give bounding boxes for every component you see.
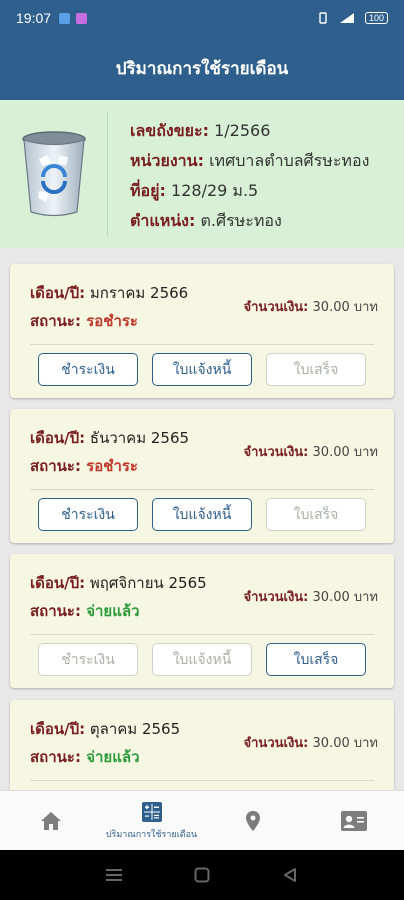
status-indicators: 100: [317, 12, 388, 24]
bill-month: เดือน/ปี: มกราคม 2566: [30, 284, 189, 302]
bin-info-card: เลขถังขยะ: 1/2566 หน่วยงาน: เทศบาลตำบลศี…: [0, 100, 404, 248]
nav-contact[interactable]: [303, 791, 404, 850]
bin-info-details: เลขถังขยะ: 1/2566 หน่วยงาน: เทศบาลตำบลศี…: [108, 100, 369, 248]
invoice-button[interactable]: ใบแจ้งหนี้: [152, 353, 252, 386]
bill-status: สถานะ: รอชำระ: [30, 312, 138, 330]
bill-card: เดือน/ปี: มกราคม 2566 สถานะ: รอชำระ จำนว…: [10, 264, 394, 398]
recents-icon[interactable]: [106, 868, 122, 882]
agency-row: หน่วยงาน: เทศบาลตำบลศีรษะทอง: [130, 151, 370, 170]
recycle-bin-icon: [21, 131, 86, 217]
location-pin-icon: [245, 810, 260, 831]
bill-month: เดือน/ปี: ตุลาคม 2565: [30, 720, 181, 738]
contact-card-icon: [340, 810, 367, 831]
bottom-nav: ปริมาณการใช้รายเดือน: [0, 790, 404, 850]
notification-app-icon: [59, 12, 71, 24]
invoice-button[interactable]: ใบแจ้งหนี้: [152, 498, 252, 531]
signal-icon: [339, 13, 354, 23]
page-title: ปริมาณการใช้รายเดือน: [115, 58, 289, 79]
vibrate-icon: [319, 12, 327, 24]
divider: [30, 489, 374, 490]
bin-image: [0, 112, 108, 236]
status-bar: 19:07 100: [0, 0, 404, 36]
divider: [30, 344, 374, 345]
bill-status: สถานะ: จ่ายแล้ว: [30, 602, 140, 620]
divider: [30, 780, 374, 781]
receipt-button: ใบเสร็จ: [266, 498, 366, 531]
pay-button[interactable]: ชำระเงิน: [38, 498, 138, 531]
bill-amount: จำนวนเงิน: 30.00 บาท: [243, 736, 378, 751]
notification-icons: [59, 12, 88, 24]
nav-location[interactable]: [202, 791, 303, 850]
bill-month: เดือน/ปี: ธันวาคม 2565: [30, 429, 190, 447]
nav-monthly-usage-label: ปริมาณการใช้รายเดือน: [105, 829, 198, 840]
address-row: ที่อยู่: 128/29 ม.5: [130, 181, 259, 200]
status-time: 19:07: [16, 10, 52, 26]
receipt-button[interactable]: ใบเสร็จ: [266, 643, 366, 676]
nav-home[interactable]: [0, 791, 101, 850]
bill-amount: จำนวนเงิน: 30.00 บาท: [243, 300, 378, 315]
invoice-button: ใบแจ้งหนี้: [152, 643, 252, 676]
bin-number-row: เลขถังขยะ: 1/2566: [130, 121, 271, 140]
back-icon[interactable]: [282, 867, 298, 883]
bill-card: เดือน/ปี: ธันวาคม 2565 สถานะ: รอชำระ จำน…: [10, 409, 394, 543]
bill-month: เดือน/ปี: พฤศจิกายน 2565: [30, 574, 207, 592]
pay-button[interactable]: ชำระเงิน: [38, 353, 138, 386]
home-button-icon[interactable]: [194, 867, 210, 883]
bill-actions: ชำระเงิน ใบแจ้งหนี้ ใบเสร็จ: [10, 353, 394, 386]
receipt-button: ใบเสร็จ: [266, 353, 366, 386]
notification-app-icon: [76, 12, 88, 24]
system-nav-bar: [0, 850, 404, 900]
bill-card: เดือน/ปี: พฤศจิกายน 2565 สถานะ: จ่ายแล้ว…: [10, 554, 394, 688]
pay-button: ชำระเงิน: [38, 643, 138, 676]
bill-amount: จำนวนเงิน: 30.00 บาท: [243, 590, 378, 605]
home-icon: [40, 811, 61, 830]
bill-actions: ชำระเงิน ใบแจ้งหนี้ ใบเสร็จ: [10, 643, 394, 676]
bill-status: สถานะ: จ่ายแล้ว: [30, 748, 140, 766]
location-row: ตำแหน่ง: ต.ศีรษะทอง: [130, 211, 282, 230]
bill-status: สถานะ: รอชำระ: [30, 457, 138, 475]
app-bar: ปริมาณการใช้รายเดือน: [0, 36, 404, 100]
bill-actions: ชำระเงิน ใบแจ้งหนี้ ใบเสร็จ: [10, 498, 394, 531]
calculator-icon: [141, 801, 162, 822]
bill-amount: จำนวนเงิน: 30.00 บาท: [243, 445, 378, 460]
nav-monthly-usage[interactable]: ปริมาณการใช้รายเดือน: [101, 791, 202, 850]
divider: [30, 634, 374, 635]
battery-icon: 100: [364, 12, 388, 24]
